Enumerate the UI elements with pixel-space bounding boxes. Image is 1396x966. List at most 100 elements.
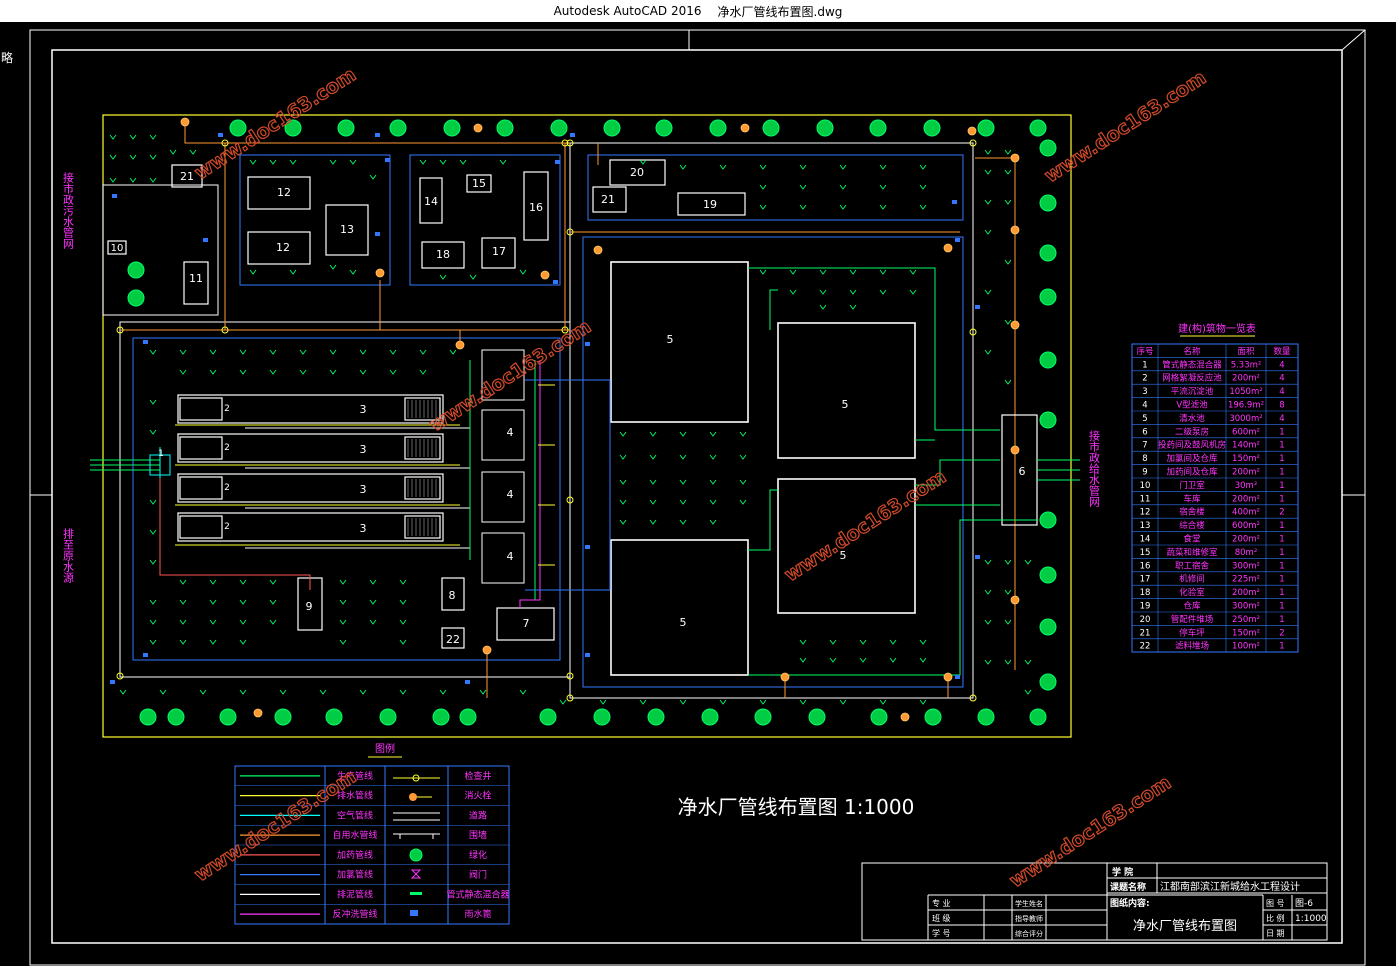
building-table-cell: 仓库 bbox=[1183, 601, 1201, 612]
building-table-cell: 1 bbox=[1279, 481, 1284, 491]
building-table-cell: 平流沉淀池 bbox=[1171, 386, 1214, 397]
building-table-cell: 300m² bbox=[1232, 561, 1260, 571]
building-table-cell: 17 bbox=[1140, 575, 1151, 585]
building-table-cell: 200m² bbox=[1232, 588, 1260, 598]
app-title: Autodesk AutoCAD 2016 bbox=[553, 4, 702, 18]
building-table-cell: 140m² bbox=[1232, 441, 1260, 451]
tb-grade: 综合评分 bbox=[1015, 929, 1043, 938]
label-1: 1 bbox=[158, 449, 164, 459]
building-table-cell: 2 bbox=[1279, 508, 1284, 518]
label-discharge-source: 排至原水源 bbox=[62, 527, 75, 584]
label-22: 22 bbox=[446, 633, 460, 646]
building-table-cell: 200m² bbox=[1232, 494, 1260, 504]
building-table-cell: 9 bbox=[1142, 468, 1147, 478]
building-table-cell: 1 bbox=[1279, 588, 1284, 598]
building-table-cell: 1 bbox=[1279, 642, 1284, 652]
title-block: 学 院 课题名称 江都南部滨江新城给水工程设计 图纸内容: 净水厂管线布置图 专… bbox=[861, 862, 1328, 941]
building-table-cell: 门卫室 bbox=[1179, 480, 1205, 491]
building-table-cell: 滤料堆场 bbox=[1175, 641, 1209, 652]
building-table-cell: 5 bbox=[1142, 414, 1147, 424]
building-table-cell: 网格絮凝反应池 bbox=[1162, 373, 1222, 384]
watermark-2: www.doc163.com bbox=[1041, 67, 1210, 188]
legend-symbol-label: 绿化 bbox=[469, 849, 487, 861]
drawing-canvas[interactable]: 21 10 11 12 12 13 14 15 16 17 18 20 21 1… bbox=[0, 22, 1396, 966]
building-table-cell: 2 bbox=[1142, 374, 1147, 384]
building-table-cell: 1050m² bbox=[1229, 387, 1262, 397]
building-table-cell: 1 bbox=[1279, 521, 1284, 531]
tb-sheet-value: 图-6 bbox=[1295, 898, 1313, 909]
hydrant-symbol-icon bbox=[409, 793, 417, 801]
tb-id: 学 号 bbox=[932, 928, 951, 938]
building-table-cell: 200m² bbox=[1232, 535, 1260, 545]
building-table-cell: 清水池 bbox=[1179, 413, 1205, 424]
building-table-cell: 1 bbox=[1279, 494, 1284, 504]
label-12b: 12 bbox=[276, 241, 290, 254]
building-table-cell: 8 bbox=[1142, 454, 1147, 464]
label-6: 6 bbox=[1019, 465, 1026, 478]
label-17: 17 bbox=[492, 245, 506, 258]
drawing-main-title: 净水厂管线布置图 1:1000 bbox=[678, 795, 915, 819]
building-table-cell: 3 bbox=[1142, 387, 1147, 397]
label-2d: 2 bbox=[224, 522, 230, 532]
building-table-cell: 管配件堆场 bbox=[1171, 614, 1214, 625]
building-table-cell: 5.33m² bbox=[1231, 360, 1262, 370]
tb-scale-label: 比 例 bbox=[1266, 913, 1285, 923]
building-table-cell: 600m² bbox=[1232, 521, 1260, 531]
label-19: 19 bbox=[703, 198, 717, 211]
building-table-cell: 4 bbox=[1279, 387, 1284, 397]
watermark-5: www.doc163.com bbox=[191, 766, 360, 887]
tb-major: 专 业 bbox=[932, 898, 951, 908]
building-table-cell: 14 bbox=[1140, 535, 1151, 545]
tb-content-value: 净水厂管线布置图 bbox=[1133, 919, 1237, 934]
building-table-cell: 1 bbox=[1279, 561, 1284, 571]
building-table-cell: 13 bbox=[1140, 521, 1151, 531]
label-14: 14 bbox=[424, 195, 438, 208]
legend-line-label: 加药管线 bbox=[337, 849, 373, 861]
label-16: 16 bbox=[529, 201, 543, 214]
building-table-cell: 250m² bbox=[1232, 615, 1260, 625]
building-table-cell: V型滤池 bbox=[1176, 400, 1208, 411]
tb-student: 学生姓名 bbox=[1015, 899, 1043, 908]
building-table-cell: 蔬菜和维修室 bbox=[1166, 547, 1218, 558]
building-table-header: 名称 bbox=[1183, 346, 1201, 357]
tb-sheet-label: 图 号 bbox=[1266, 899, 1285, 908]
building-table-cell: 22 bbox=[1140, 642, 1151, 652]
tb-project-label: 课题名称 bbox=[1110, 881, 1146, 893]
building-table-cell: 30m² bbox=[1235, 481, 1258, 491]
legend-title: 图例 bbox=[375, 742, 395, 755]
building-table-cell: 100m² bbox=[1232, 642, 1260, 652]
building-table-cell: 225m² bbox=[1232, 575, 1260, 585]
building-table-cell: 1 bbox=[1279, 441, 1284, 451]
mixer-symbol-icon bbox=[410, 892, 422, 895]
legend-symbols bbox=[393, 774, 440, 916]
building-table-cell: 12 bbox=[1140, 508, 1151, 518]
cad-drawing[interactable]: 21 10 11 12 12 13 14 15 16 17 18 20 21 1… bbox=[0, 22, 1396, 966]
building-table-cell: 食堂 bbox=[1183, 534, 1200, 545]
label-supply-network: 接市政给水管网 bbox=[1088, 430, 1101, 508]
building-table-cell: 4 bbox=[1279, 374, 1284, 384]
wall-symbol-icon bbox=[393, 833, 440, 839]
building-table-cell: 150m² bbox=[1232, 628, 1260, 638]
tb-class: 班 级 bbox=[932, 913, 951, 923]
label-8: 8 bbox=[449, 589, 456, 602]
legend-line-label: 反冲洗管线 bbox=[332, 908, 377, 920]
legend-symbol-label: 道路 bbox=[469, 809, 487, 821]
zone-storage bbox=[587, 154, 964, 221]
window-title-bar: Autodesk AutoCAD 2016 净水厂管线布置图.dwg bbox=[0, 0, 1396, 22]
label-3a: 3 bbox=[360, 403, 367, 416]
label-2a: 2 bbox=[224, 404, 230, 414]
file-name: 净水厂管线布置图.dwg bbox=[717, 4, 843, 19]
label-3b: 3 bbox=[360, 443, 367, 456]
building-table-cell: 1 bbox=[1279, 535, 1284, 545]
legend-symbol-label: 围墙 bbox=[469, 829, 487, 841]
manholes bbox=[116, 139, 977, 702]
tb-date-label: 日 期 bbox=[1266, 929, 1285, 938]
legend-symbol-label: 雨水篦 bbox=[464, 908, 491, 920]
label-4a: 4 bbox=[507, 426, 514, 439]
building-table-cell: 4 bbox=[1279, 360, 1284, 370]
watermarks: www.doc163.com www.doc163.com www.doc163… bbox=[190, 63, 1210, 893]
label-13: 13 bbox=[340, 223, 354, 236]
building-table-cell: 80m² bbox=[1235, 548, 1258, 558]
building-table-cell: 19 bbox=[1140, 602, 1151, 612]
building-table-title: 建(构)筑物一览表 bbox=[1178, 322, 1256, 335]
